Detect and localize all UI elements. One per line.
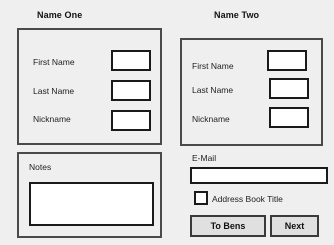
name-one-first-name-field[interactable] bbox=[111, 50, 151, 71]
notes-textarea[interactable] bbox=[29, 182, 154, 226]
name-two-last-name-label: Last Name bbox=[192, 85, 234, 95]
name-two-title: Name Two bbox=[214, 10, 260, 20]
name-one-last-name-field[interactable] bbox=[111, 80, 151, 101]
address-book-title-label: Address Book Title bbox=[212, 194, 283, 204]
email-label: E-Mail bbox=[192, 153, 217, 163]
name-two-nickname-label: Nickname bbox=[192, 114, 230, 124]
name-one-group: First Name Last Name Nickname bbox=[17, 28, 162, 145]
name-one-title: Name One bbox=[37, 10, 83, 20]
email-field[interactable] bbox=[190, 167, 328, 184]
name-two-first-name-field[interactable] bbox=[267, 50, 307, 71]
name-two-nickname-field[interactable] bbox=[269, 107, 309, 128]
address-book-title-checkbox[interactable] bbox=[194, 191, 208, 205]
name-one-first-name-label: First Name bbox=[33, 57, 75, 67]
name-two-last-name-field[interactable] bbox=[269, 78, 309, 99]
notes-label: Notes bbox=[29, 162, 52, 172]
name-one-last-name-label: Last Name bbox=[33, 86, 75, 96]
next-button[interactable]: Next bbox=[270, 215, 319, 237]
name-one-nickname-field[interactable] bbox=[111, 110, 151, 131]
notes-group: Notes bbox=[17, 152, 162, 238]
name-two-first-name-label: First Name bbox=[192, 61, 234, 71]
to-bens-button[interactable]: To Bens bbox=[190, 215, 266, 237]
name-two-group: First Name Last Name Nickname bbox=[180, 38, 323, 146]
name-one-nickname-label: Nickname bbox=[33, 114, 71, 124]
